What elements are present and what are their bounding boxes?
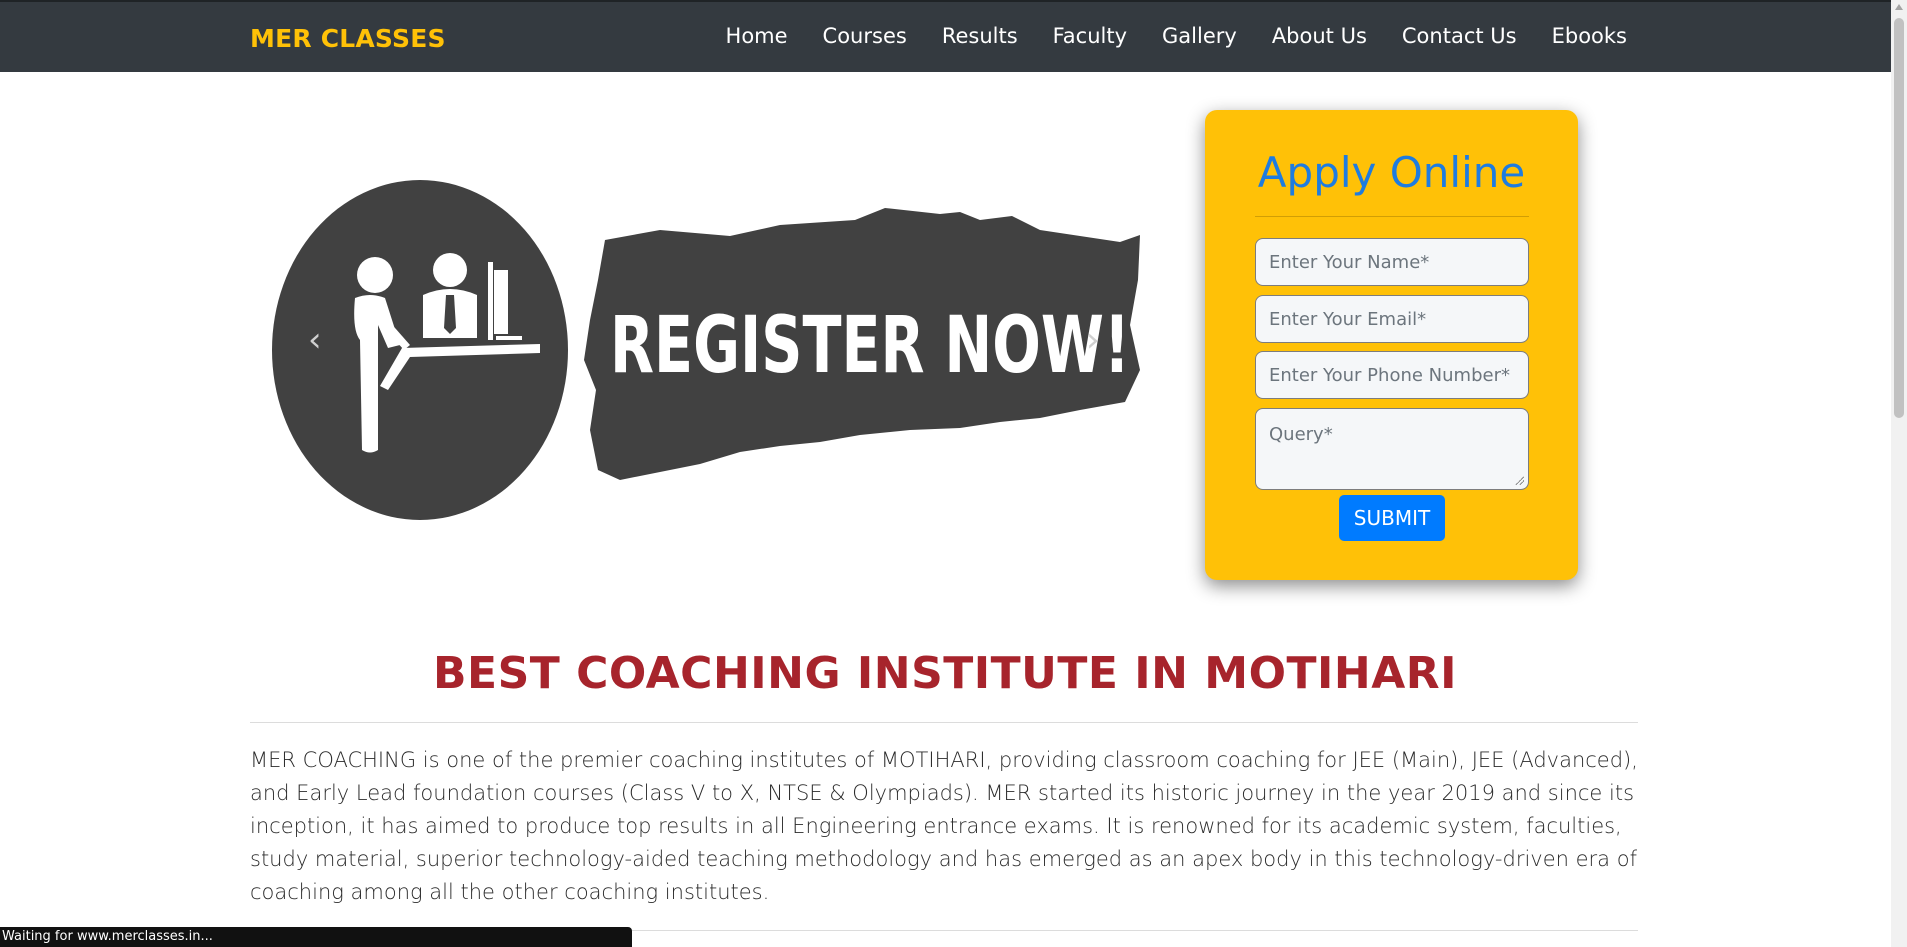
phone-input[interactable]: Enter Your Phone Number* <box>1255 351 1529 399</box>
nav-about-us[interactable]: About Us <box>1254 24 1384 48</box>
carousel-next-icon[interactable]: › <box>1086 320 1100 360</box>
scrollbar-thumb[interactable] <box>1894 18 1904 418</box>
nav-home[interactable]: Home <box>708 24 805 48</box>
apply-online-form: Apply Online Enter Your Name* Enter Your… <box>1205 110 1578 580</box>
nav-faculty[interactable]: Faculty <box>1035 24 1144 48</box>
intro-paragraph: MER COACHING is one of the premier coach… <box>250 748 1638 904</box>
nav-contact-us[interactable]: Contact Us <box>1384 24 1534 48</box>
resize-grip-icon[interactable] <box>1514 475 1524 485</box>
page-scrollbar[interactable] <box>1891 0 1907 947</box>
submit-button[interactable]: SUBMIT <box>1339 495 1445 541</box>
brand-logo-text[interactable]: MER CLASSES <box>250 24 446 53</box>
nav-ebooks[interactable]: Ebooks <box>1534 24 1627 48</box>
email-input[interactable]: Enter Your Email* <box>1255 295 1529 343</box>
nav-gallery[interactable]: Gallery <box>1145 24 1255 48</box>
query-placeholder: Query* <box>1269 424 1333 445</box>
register-now-banner: REGISTER NOW! <box>272 180 1140 520</box>
apply-online-title: Apply Online <box>1257 148 1526 197</box>
heading-divider <box>250 722 1638 723</box>
nav-courses[interactable]: Courses <box>805 24 924 48</box>
scroll-up-icon[interactable] <box>1895 4 1903 10</box>
apply-divider <box>1255 216 1529 217</box>
query-textarea[interactable]: Query* <box>1255 408 1529 490</box>
top-navbar: MER CLASSES Home Courses Results Faculty… <box>0 0 1907 72</box>
nav-results[interactable]: Results <box>924 24 1035 48</box>
nav-menu: Home Courses Results Faculty Gallery Abo… <box>708 24 1627 48</box>
carousel-prev-icon[interactable]: ‹ <box>308 320 322 360</box>
section-heading: BEST COACHING INSTITUTE IN MOTIHARI <box>432 648 1458 699</box>
banner-text: REGISTER NOW! <box>610 301 1130 391</box>
browser-status-bar: Waiting for www.merclasses.in... <box>0 927 632 947</box>
name-input[interactable]: Enter Your Name* <box>1255 238 1529 286</box>
